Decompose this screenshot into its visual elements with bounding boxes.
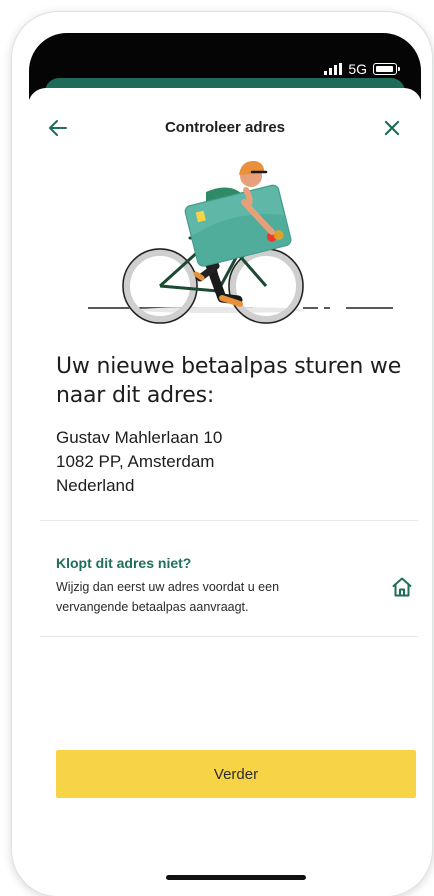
status-indicators: 5G (324, 61, 400, 77)
header: Controleer adres (28, 108, 422, 148)
notice-title: Klopt dit adres niet? (56, 555, 192, 571)
change-address-button[interactable] (390, 575, 414, 599)
close-button[interactable] (372, 108, 412, 148)
address-line-street: Gustav Mahlerlaan 10 (56, 428, 223, 447)
close-icon (384, 120, 400, 136)
divider (40, 520, 418, 521)
notice-text: Wijzig dan eerst uw adres voordat u een … (56, 580, 280, 614)
signal-icon (324, 63, 343, 75)
arrow-left-icon (49, 120, 67, 136)
cyclist-illustration (88, 160, 393, 324)
page-title: Controleer adres (164, 119, 286, 136)
back-button[interactable] (38, 108, 78, 148)
home-icon (392, 577, 412, 597)
address-line-postal: 1082 PP, Amsterdam (56, 452, 215, 471)
home-indicator[interactable] (166, 875, 306, 880)
divider (40, 636, 418, 637)
continue-button[interactable]: Verder (56, 750, 416, 798)
battery-icon (373, 63, 400, 75)
main-heading: Uw nieuwe betaalpas sturen we naar dit a… (56, 354, 402, 408)
phone-frame: 5G Controleer adres Uw nieuwe betaalpas … (12, 12, 432, 896)
network-label: 5G (348, 61, 367, 77)
address-block: Gustav Mahlerlaan 10 1082 PP, Amsterdam … (56, 426, 222, 498)
bottom-sheet: Controleer adres Uw nieuwe betaalpas stu… (28, 88, 422, 896)
address-line-country: Nederland (56, 476, 135, 495)
